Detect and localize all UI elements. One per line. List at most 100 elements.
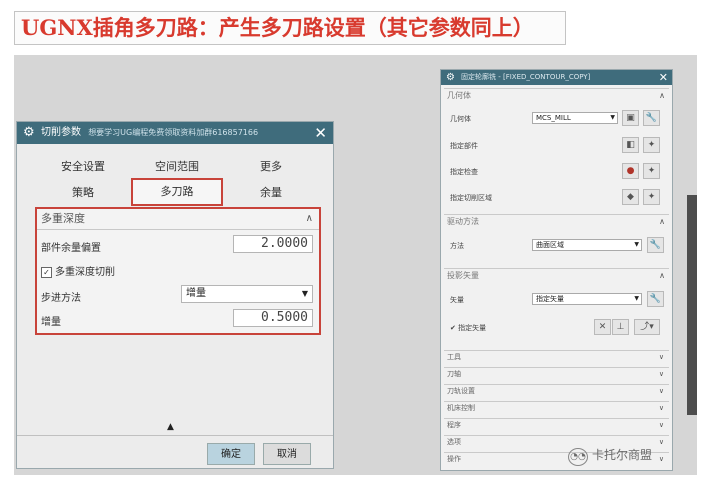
- flashlight-icon[interactable]: ✦: [643, 137, 660, 153]
- tab-multiple-passes[interactable]: 多刀路: [131, 178, 223, 206]
- chevron-up-icon[interactable]: ∧: [659, 269, 665, 283]
- watermark: ◔◔ 卡托尔商盟: [568, 446, 652, 466]
- tab-stock[interactable]: 余量: [225, 182, 317, 204]
- chevron-up-icon[interactable]: ∧: [659, 89, 665, 103]
- section-program[interactable]: 程序 ∨: [444, 418, 669, 431]
- offset-input[interactable]: 2.0000: [233, 235, 313, 253]
- chevron-down-icon[interactable]: ∨: [659, 368, 664, 381]
- step-method-label: 步进方法: [41, 293, 81, 304]
- close-icon[interactable]: ✕: [314, 122, 327, 144]
- geometry-section: 几何体 ∧ 几何体 MCS_MILL ▼ ▣ 🔧 指定部件 ◧ ✦ 指定检查 ●…: [444, 88, 669, 209]
- section-tool[interactable]: 工具 ∨: [444, 350, 669, 363]
- drive-method-section: 驱动方法 ∧ 方法 曲面区域 ▼ 🔧: [444, 214, 669, 263]
- drive-method-select[interactable]: 曲面区域 ▼: [532, 239, 642, 251]
- multi-depth-checkbox[interactable]: ✓ 多重深度切削: [41, 263, 115, 278]
- cut-parameters-dialog: ⚙ 切削参数 想要学习UG编程免费领取资料加群616857166 ✕ 安全设置 …: [16, 121, 334, 469]
- section-tool-axis[interactable]: 刀轴 ∨: [444, 367, 669, 380]
- specify-vector-text: 指定矢量: [458, 324, 487, 332]
- reverse-direction-icon[interactable]: ✕: [594, 319, 611, 335]
- geometry-label: 几何体: [450, 115, 471, 123]
- step-method-select[interactable]: 增量 ▼: [181, 285, 313, 303]
- checkbox-box[interactable]: ✓: [41, 267, 52, 278]
- geometry-select[interactable]: MCS_MILL ▼: [532, 112, 618, 124]
- section-title: 驱动方法: [447, 217, 479, 226]
- section-title: 几何体: [447, 91, 471, 100]
- vector-label: 矢量: [450, 296, 464, 304]
- chevron-down-icon[interactable]: ∨: [659, 402, 664, 415]
- specify-vector-label: ✔ 指定矢量: [450, 324, 487, 332]
- check-select-icon[interactable]: ●: [622, 163, 639, 179]
- chevron-up-icon[interactable]: ∧: [659, 215, 665, 229]
- fixed-contour-dialog: ⚙ 固定轮廓铣 - [FIXED_CONTOUR_COPY] ✕ 几何体 ∧ 几…: [440, 69, 673, 471]
- section-title: 选项: [447, 438, 461, 446]
- tab-strategy[interactable]: 策略: [37, 182, 129, 204]
- section-title: 投影矢量: [447, 271, 479, 280]
- vector-select[interactable]: 指定矢量 ▼: [532, 293, 642, 305]
- ok-button[interactable]: 确定: [207, 443, 255, 465]
- section-title: 机床控制: [447, 404, 475, 412]
- vector-value: 指定矢量: [536, 295, 564, 303]
- dialog-title: 固定轮廓铣 - [FIXED_CONTOUR_COPY]: [461, 73, 591, 81]
- dialog-titlebar: ⚙ 固定轮廓铣 - [FIXED_CONTOUR_COPY] ✕: [441, 70, 672, 85]
- cut-area-label: 指定切削区域: [450, 194, 492, 202]
- chevron-down-icon[interactable]: ∨: [659, 453, 664, 466]
- section-title: 刀轨设置: [447, 387, 475, 395]
- chevron-down-icon[interactable]: ∨: [659, 351, 664, 364]
- section-path-settings[interactable]: 刀轨设置 ∨: [444, 384, 669, 397]
- wrench-icon[interactable]: 🔧: [647, 237, 664, 253]
- dialog-subtitle: 想要学习UG编程免费领取资料加群616857166: [88, 128, 259, 137]
- flashlight-icon[interactable]: ✦: [643, 189, 660, 205]
- section-title: 刀轴: [447, 370, 461, 378]
- dialog-titlebar: ⚙ 切削参数 想要学习UG编程免费领取资料加群616857166 ✕: [17, 122, 333, 144]
- dropdown-arrow-icon: ▼: [634, 241, 639, 248]
- projection-vector-section: 投影矢量 ∧ 矢量 指定矢量 ▼ 🔧 ✔ 指定矢量 ✕ ⊥ ⤴▾: [444, 268, 669, 347]
- section-header[interactable]: 几何体 ∧: [444, 89, 669, 103]
- cancel-button[interactable]: 取消: [263, 443, 311, 465]
- increment-label: 增量: [41, 317, 61, 328]
- vector-dialog-icon[interactable]: ⤴▾: [634, 319, 660, 335]
- part-select-icon[interactable]: ◧: [622, 137, 639, 153]
- increment-input[interactable]: 0.5000: [233, 309, 313, 327]
- dialog-title: 切削参数: [41, 127, 81, 138]
- drive-method-value: 曲面区域: [536, 241, 564, 249]
- close-icon[interactable]: ✕: [659, 70, 668, 85]
- panel-header[interactable]: 多重深度 ∧: [37, 209, 319, 230]
- section-title: 程序: [447, 421, 461, 429]
- panel-title: 多重深度: [41, 212, 85, 225]
- banner-title: UGNX插角多刀路：产生多刀路设置（其它参数同上）: [14, 11, 566, 45]
- section-title: 操作: [447, 455, 461, 463]
- check-label: 指定检查: [450, 168, 478, 176]
- tab-space-range[interactable]: 空间范围: [131, 156, 223, 178]
- axis-icon[interactable]: ⊥: [612, 319, 629, 335]
- tab-more[interactable]: 更多: [225, 156, 317, 178]
- divider: [17, 435, 333, 436]
- wechat-icon: ◔◔: [568, 448, 588, 466]
- method-label: 方法: [450, 242, 464, 250]
- cut-area-select-icon[interactable]: ◆: [622, 189, 639, 205]
- tab-bar: 安全设置 空间范围 更多 策略 多刀路 余量: [37, 152, 315, 208]
- flashlight-icon[interactable]: ✦: [643, 163, 660, 179]
- section-header[interactable]: 驱动方法 ∧: [444, 215, 669, 229]
- part-label: 指定部件: [450, 142, 478, 150]
- gear-icon: ⚙: [23, 125, 35, 140]
- dropdown-arrow-icon: ▼: [610, 114, 615, 121]
- edit-geometry-icon[interactable]: ▣: [622, 110, 639, 126]
- section-title: 工具: [447, 353, 461, 361]
- dropdown-arrow-icon: ▼: [301, 289, 308, 298]
- chevron-up-icon[interactable]: ∧: [306, 209, 313, 229]
- wrench-icon[interactable]: 🔧: [643, 110, 660, 126]
- offset-label: 部件余量偏置: [41, 243, 101, 254]
- multi-depth-label: 多重深度切削: [55, 267, 115, 278]
- expand-arrow-icon[interactable]: ▲: [167, 422, 174, 432]
- geometry-value: MCS_MILL: [536, 114, 571, 122]
- wrench-icon[interactable]: 🔧: [647, 291, 664, 307]
- chevron-down-icon[interactable]: ∨: [659, 419, 664, 432]
- background-window-edge: [687, 195, 697, 415]
- tab-safety[interactable]: 安全设置: [37, 156, 129, 178]
- section-header[interactable]: 投影矢量 ∧: [444, 269, 669, 283]
- gear-icon: ⚙: [446, 72, 455, 83]
- chevron-down-icon[interactable]: ∨: [659, 385, 664, 398]
- chevron-down-icon[interactable]: ∨: [659, 436, 664, 449]
- section-machine-control[interactable]: 机床控制 ∨: [444, 401, 669, 414]
- dropdown-arrow-icon: ▼: [634, 295, 639, 302]
